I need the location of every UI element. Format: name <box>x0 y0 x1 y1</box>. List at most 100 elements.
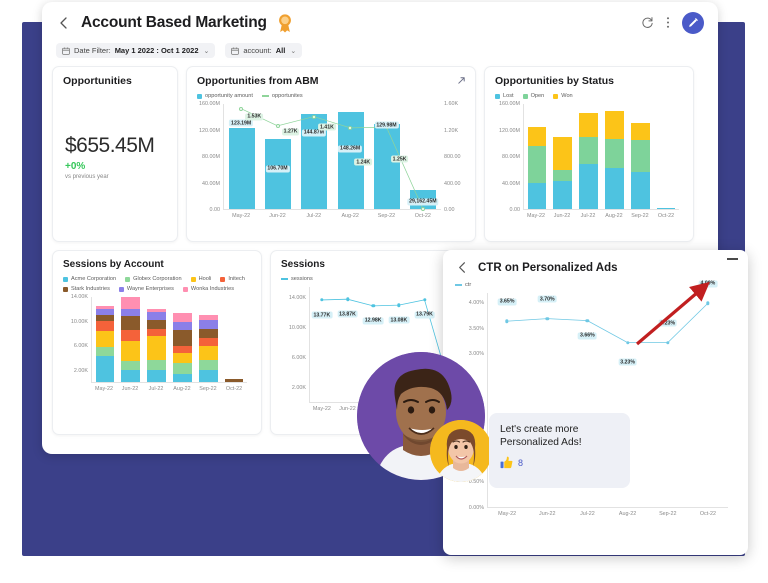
chat-message: Let's create more Personalized Ads! <box>500 424 582 449</box>
bar-segment <box>173 312 192 322</box>
x-axis-line <box>91 382 247 383</box>
x-axis-labels: May-22 Jun-22 Jul-22 Aug-22 Sep-22 Oct-22 <box>91 386 247 392</box>
chat-bubble[interactable]: Let's create more Personalized Ads! 8 <box>489 413 630 488</box>
line-data-label: 13.08K <box>388 316 410 324</box>
refresh-icon[interactable] <box>641 16 654 31</box>
bar-segment <box>147 360 166 370</box>
stacked-bar <box>605 104 624 209</box>
legend-label: Acme Corporation <box>71 276 117 282</box>
expand-arrow-icon[interactable] <box>457 76 466 88</box>
y-axis-tick: 6.00K <box>73 343 88 350</box>
legend-label: opportunity amount <box>205 93 253 99</box>
x-axis-labels: May-22 Jun-22 Jul-22 Aug-22 Sep-22 Oct-22 <box>523 213 679 219</box>
filter-icon <box>231 46 240 55</box>
reaction-count: 8 <box>518 457 524 468</box>
bar-segment <box>579 112 598 137</box>
card-opportunities-from-abm[interactable]: Opportunities from ABM opportunity amoun… <box>186 66 476 242</box>
card-opportunities-by-status[interactable]: Opportunities by Status Lost Open Won 0.00… <box>484 66 694 242</box>
card-opportunities-kpi[interactable]: Opportunities $655.45M +0% vs previous y… <box>52 66 178 242</box>
y-axis-tick: 400.00 <box>444 180 461 187</box>
bar-data-label: 106.70M <box>265 165 290 173</box>
data-point <box>239 106 244 111</box>
bar-segment <box>553 180 573 209</box>
y-axis-tick: 40.00M <box>502 180 520 187</box>
legend-label: Open <box>530 93 545 99</box>
card-title: Opportunities <box>63 75 132 87</box>
bar-column <box>195 297 221 382</box>
legend-label: ctr <box>465 282 472 288</box>
legend-item: opportunites <box>261 93 303 99</box>
bar-segment <box>173 373 192 382</box>
x-axis-tick: Aug-22 <box>618 511 637 517</box>
line-data-label: 3.70% <box>537 295 557 303</box>
page-title: Account Based Marketing <box>81 14 267 31</box>
thumbs-up-icon <box>500 456 513 469</box>
card-sessions-by-account[interactable]: Sessions by Account Acme Corporation Glob… <box>52 250 262 435</box>
bar-segment <box>198 360 218 370</box>
account-filter-pill[interactable]: account: All ⌄ <box>225 43 303 58</box>
award-ribbon-icon <box>276 13 294 33</box>
bar-segment <box>173 352 192 364</box>
minimize-icon[interactable] <box>727 258 738 260</box>
x-axis-line <box>523 209 679 210</box>
card-title: Opportunities by Status <box>495 75 615 87</box>
panel-ctr-on-personalized-ads[interactable]: CTR on Personalized Ads ctr 0.00% 0.50% 3.… <box>443 250 748 555</box>
kebab-menu-icon[interactable] <box>666 16 670 31</box>
x-axis-tick: Sep-22 <box>377 213 396 219</box>
y-axis-tick: 10.00K <box>70 318 88 325</box>
y-axis-tick: 120.00M <box>199 127 220 134</box>
bar-segment <box>630 123 650 141</box>
chart-abm: 0.00 40.00M 80.00M 120.00M 160.00M 0.00 400.00… <box>199 101 460 213</box>
y-axis-tick: 800.00 <box>444 154 461 160</box>
data-point <box>275 123 280 128</box>
bar-data-label: 123.19M <box>229 119 254 127</box>
bar-segment <box>553 137 573 171</box>
y-axis-tick: 120.00M <box>499 127 520 134</box>
x-axis-tick: Aug-22 <box>341 213 359 219</box>
legend-label: Wayne Enterprises <box>126 286 174 292</box>
kpi-delta: +0% <box>65 161 86 172</box>
bar-segment <box>579 136 598 165</box>
bar-segment <box>95 314 115 322</box>
card-title: Opportunities from ABM <box>197 75 319 87</box>
bar-segment <box>173 329 192 346</box>
legend-status: Lost Open Won <box>495 93 683 99</box>
date-filter-value: May 1 2022 : Oct 1 2022 <box>114 46 199 55</box>
x-axis-tick: May-22 <box>527 213 545 219</box>
reaction-row[interactable]: 8 <box>500 456 619 469</box>
y-axis-tick: 3.00% <box>468 351 484 358</box>
screenshot-root: Account Based Marketing Date Filter: May… <box>0 0 768 583</box>
y-axis-tick: 1.60K <box>444 101 459 107</box>
line-data-label: 13.87K <box>337 310 358 318</box>
bar-segment <box>147 335 166 361</box>
legend-label: Initech <box>228 276 245 282</box>
legend-swatch <box>455 284 462 286</box>
legend-item: Initech <box>220 276 245 282</box>
legend-item: Globex Corporation <box>125 276 182 282</box>
bar-column <box>169 297 195 382</box>
stacked-bar <box>656 104 676 209</box>
bar-segment <box>605 168 624 209</box>
legend-label: Lost <box>503 93 514 99</box>
y-axis-tick: 0.00% <box>468 505 484 511</box>
line-data-label: 1.25K <box>390 155 409 163</box>
avatar-woman[interactable] <box>430 420 492 482</box>
y-axis-tick: 80.00M <box>502 154 520 160</box>
chart-sessions-by-account: 2.00K 6.00K 10.00K 14.00K <box>71 294 247 383</box>
legend-label: Wonka Industries <box>190 286 235 292</box>
x-axis-tick: May-22 <box>498 511 517 517</box>
back-arrow-icon[interactable] <box>56 15 72 31</box>
pencil-edit-button[interactable] <box>682 12 704 34</box>
account-filter-value: All <box>275 46 286 55</box>
y-axis-tick: 2.00K <box>291 385 306 392</box>
stacked-bar <box>527 104 547 209</box>
x-axis-tick: Oct-22 <box>225 386 243 392</box>
line-data-label: 1.27K <box>281 128 300 136</box>
ctr-header: CTR on Personalized Ads <box>455 260 736 276</box>
back-arrow-icon[interactable] <box>455 260 471 276</box>
legend-swatch <box>118 286 124 292</box>
dashboard-header: Account Based Marketing Date Filter: May… <box>42 2 718 58</box>
date-filter-pill[interactable]: Date Filter: May 1 2022 : Oct 1 2022 ⌄ <box>56 43 216 58</box>
bar-segment <box>121 308 141 316</box>
x-axis-tick: Aug-22 <box>605 213 623 219</box>
